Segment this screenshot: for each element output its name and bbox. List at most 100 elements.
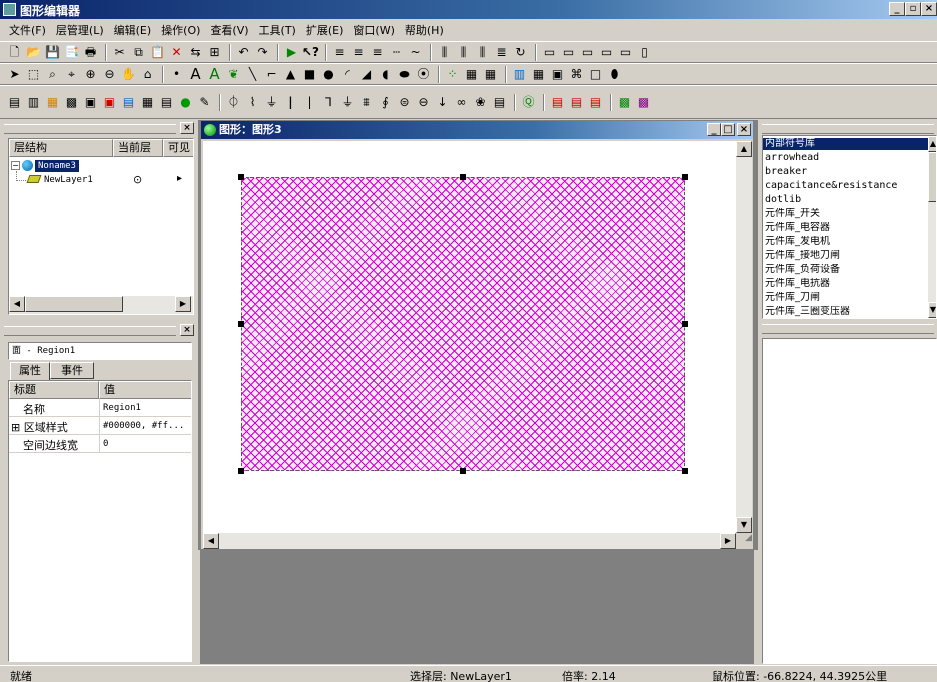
image-frame-icon[interactable]: ▣ [549,66,566,83]
pan-hand-icon[interactable]: ✋ [120,66,137,83]
symbol-item[interactable]: 元件库_开关 [763,208,928,220]
zoom-region-icon[interactable]: ⌕ [44,66,61,83]
cabinet-icon[interactable]: ▩ [63,94,80,111]
space-h-icon[interactable]: ⫼ [436,44,453,61]
distribute-icon[interactable]: ⫼ [474,44,491,61]
rotate-icon[interactable]: ↻ [512,44,529,61]
line-style-icon[interactable]: ┄ [388,44,405,61]
resize-handle[interactable] [682,174,688,180]
layout-4-icon[interactable]: ▭ [598,44,615,61]
copy-icon[interactable]: ⧉ [130,44,147,61]
menu-operate[interactable]: 操作(O) [156,22,205,38]
region-shape[interactable] [241,177,685,471]
layout-2-icon[interactable]: ▭ [560,44,577,61]
layer-down-icon[interactable]: ▤ [568,94,585,111]
symbol-vscroll[interactable]: ▲ ▼ [928,136,936,318]
tab-events[interactable]: 事件 [50,362,94,379]
symbol-item[interactable]: dotlib [763,194,928,206]
grid-icon[interactable]: ▦ [482,66,499,83]
edit-image-icon[interactable]: ✎ [196,94,213,111]
generator-icon[interactable]: ⊖ [415,94,432,111]
layer-merge-icon[interactable]: ▤ [587,94,604,111]
symbol-item[interactable]: capacitance&resistance [763,180,928,192]
space-v-icon[interactable]: ⫼ [455,44,472,61]
point-icon[interactable]: • [168,66,185,83]
redo-icon[interactable]: ↷ [254,44,271,61]
layout-6-icon[interactable]: ▯ [636,44,653,61]
collapse-icon[interactable]: − [11,161,20,170]
minimize-button[interactable]: _ [889,2,905,16]
restore-button[interactable]: ▫ [905,2,921,16]
ellipse-icon[interactable]: ⬬ [396,66,413,83]
prop-row[interactable]: ⊞ 区域样式 #000000, #ff... [9,417,191,435]
home-icon[interactable]: ⌂ [139,66,156,83]
align-center-icon[interactable]: ≡ [350,44,367,61]
symbol-item[interactable]: 元件库_接地刀闸 [763,250,928,262]
node-edit-icon[interactable]: ⁘ [444,66,461,83]
delete-icon[interactable]: ✕ [168,44,185,61]
run-icon[interactable]: ▶ [283,44,300,61]
table-icon[interactable]: ▦ [530,66,547,83]
symbol-item[interactable]: arrowhead [763,152,928,164]
resize-handle[interactable] [460,468,466,474]
group-icon[interactable]: ⊞ [206,44,223,61]
prop-row[interactable]: 空间边线宽 0 [9,435,191,453]
prop-row[interactable]: 名称 Region1 [9,399,191,417]
doc-minimize-button[interactable]: _ [707,123,721,136]
data-view-icon[interactable]: ▤ [491,94,508,111]
bitmap-icon[interactable]: ▦ [463,66,480,83]
cut-icon[interactable]: ✂ [111,44,128,61]
symbol-item[interactable]: 元件库_负荷设备 [763,264,928,276]
zoom-in-icon[interactable]: ⊕ [82,66,99,83]
symbol-item[interactable]: breaker [763,166,928,178]
open-folder-icon[interactable]: 📂 [25,44,42,61]
current-layer-radio[interactable]: ⊙ [133,173,142,186]
resize-handle[interactable] [682,321,688,327]
doc-hscroll[interactable]: ◀ ▶ [203,533,736,549]
arrester-icon[interactable]: ⩩ [358,94,375,111]
menu-layer[interactable]: 层管理(L) [51,22,109,38]
frame-icon[interactable]: □ [587,66,604,83]
layout-5-icon[interactable]: ▭ [617,44,634,61]
scroll-right-icon[interactable]: ▶ [175,296,191,312]
search-icon[interactable]: Ⓠ [520,94,537,111]
save-icon[interactable]: 💾 [44,44,61,61]
close-button[interactable]: × [921,2,937,16]
layout-3-icon[interactable]: ▭ [579,44,596,61]
object-selector[interactable]: 面 - Region1 [8,342,192,360]
size-grip-icon[interactable]: ◢ [736,533,752,549]
scroll-down-icon[interactable]: ▼ [928,302,936,318]
layer-root[interactable]: Noname3 [35,160,79,172]
arc-icon[interactable]: ◜ [339,66,356,83]
layer-hscroll[interactable]: ◀ ▶ [9,296,193,314]
load-icon[interactable]: ↓ [434,94,451,111]
tab-properties[interactable]: 属性 [10,362,50,380]
panel-icon[interactable]: ▤ [158,94,175,111]
menu-tools[interactable]: 工具(T) [254,22,301,38]
resize-handle[interactable] [682,468,688,474]
layout-1-icon[interactable]: ▭ [541,44,558,61]
select-region-icon[interactable]: ⬚ [25,66,42,83]
menu-extend[interactable]: 扩展(E) [301,22,349,38]
bus-bar-icon[interactable]: | [282,94,299,111]
meter-icon[interactable]: ▥ [25,94,42,111]
prop-value[interactable]: Region1 [103,403,141,413]
link-icon[interactable]: ⌘ [568,66,585,83]
photo-icon[interactable]: ▦ [139,94,156,111]
align-icon[interactable]: ⇆ [187,44,204,61]
symbol-item[interactable]: 元件库_电抗器 [763,278,928,290]
help-pointer-icon[interactable]: ↖? [302,44,319,61]
layer-name[interactable]: NewLayer1 [44,174,93,186]
palette-icon[interactable]: ▩ [616,94,633,111]
capacitor-icon[interactable]: ⊜ [396,94,413,111]
symbol-item-internal[interactable]: 内部符号库 [763,138,928,150]
line-icon[interactable]: ╲ [244,66,261,83]
visible-toggle-icon[interactable]: ▸ [177,173,182,184]
new-file-icon[interactable]: 🗋 [6,44,23,61]
order-icon[interactable]: ≣ [493,44,510,61]
doc-maximize-button[interactable]: □ [721,123,735,136]
monitor-icon[interactable]: ▤ [6,94,23,111]
align-left-icon[interactable]: ≡ [331,44,348,61]
transformer-icon[interactable]: ▦ [44,94,61,111]
pie-icon[interactable]: ◢ [358,66,375,83]
